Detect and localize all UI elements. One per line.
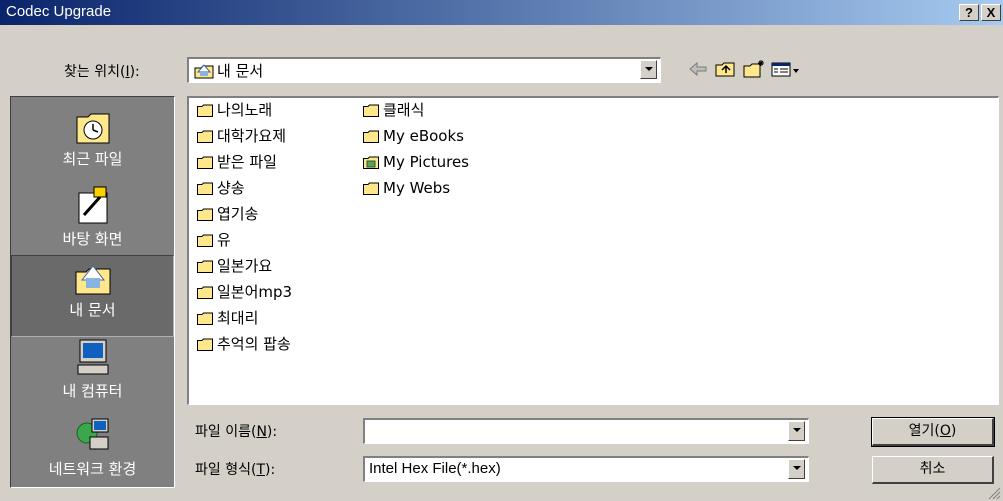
folder-icon: [197, 182, 213, 195]
lookin-combobox[interactable]: 내 문서: [187, 57, 661, 83]
my-computer-icon: [77, 339, 108, 375]
places-bar: 최근 파일 바탕 화면 내 문서 내 컴퓨터 네트워크 환경: [10, 96, 175, 488]
folder-icon: [197, 130, 213, 143]
place-recent-files[interactable]: 최근 파일: [11, 105, 174, 185]
pictures-folder-icon: [363, 156, 379, 169]
folder-icon: [197, 156, 213, 169]
back-arrow-icon: [689, 61, 707, 77]
folder-icon: [363, 130, 379, 143]
lookin-label: 찾는 위치(I):: [64, 64, 140, 80]
folder-icon: [197, 338, 213, 351]
new-folder-icon: [743, 60, 764, 78]
lookin-dropdown-button[interactable]: [640, 60, 657, 79]
folder-icon: [197, 234, 213, 247]
view-list-icon: [771, 62, 799, 77]
filetype-label: 파일 형식(T):: [195, 462, 276, 478]
up-folder-icon: [715, 62, 735, 77]
folder-icon: [197, 208, 213, 221]
desktop-icon: [78, 186, 107, 224]
filetype-value: Intel Hex File(*.hex): [369, 460, 501, 477]
new-folder-button[interactable]: [742, 58, 766, 80]
place-network[interactable]: 네트워크 환경: [11, 415, 174, 487]
network-icon: [76, 418, 108, 450]
open-button[interactable]: 열기(O): [871, 417, 995, 447]
my-documents-icon: [75, 265, 110, 295]
filetype-dropdown-button[interactable]: [788, 459, 805, 479]
folder-icon: [363, 104, 379, 117]
recent-files-icon: [76, 113, 109, 144]
folder-icon: [197, 286, 213, 299]
resize-grip-icon[interactable]: [987, 486, 1001, 500]
folder-icon: [363, 182, 379, 195]
title-bar[interactable]: Codec Upgrade ? X: [0, 0, 1003, 25]
filename-label: 파일 이름(N):: [195, 424, 278, 440]
window-title: Codec Upgrade: [6, 3, 112, 20]
folder-icon: [197, 104, 213, 117]
file-list[interactable]: 나의노래 대학가요제 받은 파일 샹송 엽기송 유 일본가요 일본어mp3 최대…: [187, 96, 999, 405]
view-menu-button[interactable]: [770, 58, 802, 80]
help-button[interactable]: ?: [959, 4, 979, 21]
my-documents-icon: [194, 62, 214, 83]
cancel-button[interactable]: 취소: [872, 456, 994, 484]
folder-icon: [197, 260, 213, 273]
lookin-value: 내 문서: [217, 62, 264, 80]
filename-dropdown-button[interactable]: [788, 421, 805, 441]
place-desktop[interactable]: 바탕 화면: [11, 185, 174, 255]
filetype-combobox[interactable]: Intel Hex File(*.hex): [363, 456, 809, 482]
folder-icon: [197, 312, 213, 325]
back-button[interactable]: [686, 58, 710, 80]
place-my-documents[interactable]: 내 문서: [11, 255, 174, 337]
filename-combobox[interactable]: [363, 418, 809, 444]
place-my-computer[interactable]: 내 컴퓨터: [11, 337, 174, 413]
up-folder-button[interactable]: [714, 58, 738, 80]
close-button[interactable]: X: [981, 4, 1001, 21]
